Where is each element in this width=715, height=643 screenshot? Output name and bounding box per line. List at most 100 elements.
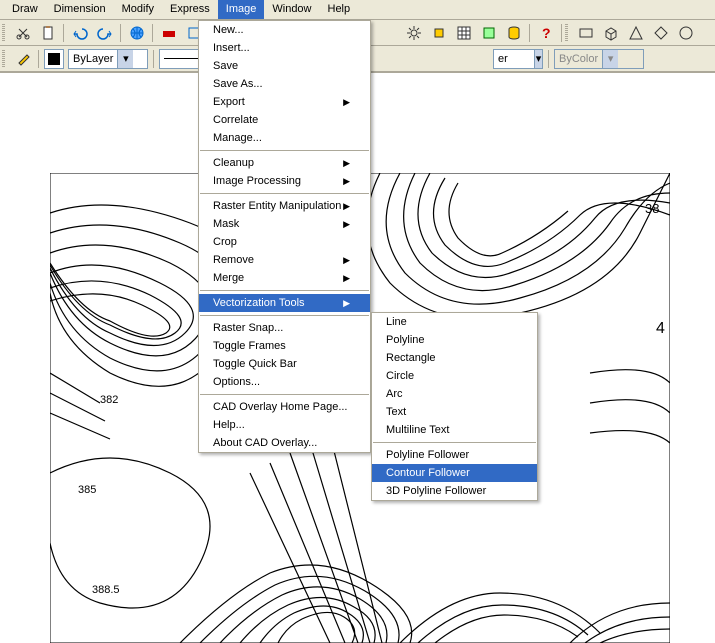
chevron-right-icon: ▶ <box>343 273 350 284</box>
menu-item-correlate[interactable]: Correlate <box>199 111 370 129</box>
toolbar-separator <box>153 50 154 68</box>
image-dropdown-menu: New... Insert... Save Save As... Export▶… <box>198 20 371 453</box>
menu-separator <box>200 315 369 316</box>
contour-label: 385 <box>78 484 96 496</box>
menu-draw[interactable]: Draw <box>4 0 46 19</box>
chevron-right-icon: ▶ <box>343 158 350 169</box>
menu-item-homepage[interactable]: CAD Overlay Home Page... <box>199 398 370 416</box>
menu-item-merge[interactable]: Merge▶ <box>199 269 370 287</box>
menu-item-cleanup[interactable]: Cleanup▶ <box>199 154 370 172</box>
menu-item-options[interactable]: Options... <box>199 373 370 391</box>
menu-help[interactable]: Help <box>320 0 359 19</box>
tool-icon[interactable] <box>427 22 450 44</box>
globe-icon[interactable] <box>125 22 148 44</box>
color-combo[interactable]: ByColor ▾ <box>554 49 644 69</box>
vectorization-submenu: Line Polyline Rectangle Circle Arc Text … <box>371 312 538 501</box>
icon-a[interactable] <box>157 22 180 44</box>
menu-item-toggle-quick-bar[interactable]: Toggle Quick Bar <box>199 355 370 373</box>
chevron-right-icon: ▶ <box>343 298 350 309</box>
submenu-item-text[interactable]: Text <box>372 403 537 421</box>
submenu-item-polyline-follower[interactable]: Polyline Follower <box>372 446 537 464</box>
submenu-item-arc[interactable]: Arc <box>372 385 537 403</box>
toolbar-grip[interactable] <box>2 20 8 45</box>
svg-text:?: ? <box>542 25 551 41</box>
tri-icon[interactable] <box>624 22 647 44</box>
menu-item-image-processing[interactable]: Image Processing▶ <box>199 172 370 190</box>
menu-express[interactable]: Express <box>162 0 218 19</box>
chevron-right-icon: ▶ <box>343 219 350 230</box>
toolbar-separator <box>38 50 39 68</box>
toolbar-separator <box>120 24 121 42</box>
menu-item-vectorization-tools[interactable]: Vectorization Tools▶ <box>199 294 370 312</box>
undo-icon[interactable] <box>68 22 91 44</box>
chevron-down-icon: ▾ <box>117 50 133 68</box>
submenu-item-contour-follower[interactable]: Contour Follower <box>372 464 537 482</box>
menu-item-raster-snap[interactable]: Raster Snap... <box>199 319 370 337</box>
menu-item-save-as[interactable]: Save As... <box>199 75 370 93</box>
toolbar-separator <box>63 24 64 42</box>
toolbar-separator <box>152 24 153 42</box>
menu-item-mask[interactable]: Mask▶ <box>199 215 370 233</box>
menu-item-new[interactable]: New... <box>199 21 370 39</box>
menu-separator <box>200 193 369 194</box>
menu-separator <box>200 290 369 291</box>
menu-window[interactable]: Window <box>264 0 319 19</box>
menu-item-remove[interactable]: Remove▶ <box>199 251 370 269</box>
submenu-item-polyline[interactable]: Polyline <box>372 331 537 349</box>
contour-label: 382 <box>100 394 118 406</box>
layer-combo-value: ByLayer <box>69 53 117 65</box>
layer-color-swatch[interactable] <box>44 49 64 69</box>
paint-icon[interactable] <box>11 48 34 70</box>
chevron-down-icon: ▾ <box>534 50 542 68</box>
menu-item-manage[interactable]: Manage... <box>199 129 370 147</box>
table-icon[interactable] <box>452 22 475 44</box>
submenu-item-circle[interactable]: Circle <box>372 367 537 385</box>
toolbar-separator <box>548 50 549 68</box>
er-combo-value: er <box>494 53 534 65</box>
menu-image[interactable]: Image <box>218 0 265 19</box>
chevron-right-icon: ▶ <box>343 176 350 187</box>
er-combo[interactable]: er ▾ <box>493 49 543 69</box>
diamond-icon[interactable] <box>649 22 672 44</box>
toolbar-grip[interactable] <box>565 20 571 45</box>
submenu-item-3d-polyline-follower[interactable]: 3D Polyline Follower <box>372 482 537 500</box>
chevron-right-icon: ▶ <box>343 255 350 266</box>
box-icon[interactable] <box>599 22 622 44</box>
layer-combo[interactable]: ByLayer ▾ <box>68 49 148 69</box>
submenu-item-line[interactable]: Line <box>372 313 537 331</box>
menu-modify[interactable]: Modify <box>114 0 162 19</box>
toolbar-separator <box>529 24 530 42</box>
shape-icon[interactable] <box>574 22 597 44</box>
contour-label: 38 <box>645 201 659 216</box>
gear-icon[interactable] <box>402 22 425 44</box>
menu-item-toggle-frames[interactable]: Toggle Frames <box>199 337 370 355</box>
menu-item-export[interactable]: Export▶ <box>199 93 370 111</box>
contour-label: 388.5 <box>92 584 120 596</box>
menu-item-save[interactable]: Save <box>199 57 370 75</box>
tool2-icon[interactable] <box>477 22 500 44</box>
menu-dimension[interactable]: Dimension <box>46 0 114 19</box>
contour-label: 4 <box>656 320 665 337</box>
menu-item-crop[interactable]: Crop <box>199 233 370 251</box>
chevron-right-icon: ▶ <box>343 201 350 212</box>
help-icon[interactable]: ? <box>534 22 557 44</box>
menu-separator <box>200 150 369 151</box>
chevron-right-icon: ▶ <box>343 97 350 108</box>
menubar: Draw Dimension Modify Express Image Wind… <box>0 0 715 20</box>
menu-item-raster-entity[interactable]: Raster Entity Manipulation▶ <box>199 197 370 215</box>
toolbar-separator <box>561 24 562 42</box>
menu-separator <box>373 442 536 443</box>
menu-separator <box>200 394 369 395</box>
redo-icon[interactable] <box>93 22 116 44</box>
scissors-icon[interactable] <box>11 22 34 44</box>
menu-item-insert[interactable]: Insert... <box>199 39 370 57</box>
submenu-item-rectangle[interactable]: Rectangle <box>372 349 537 367</box>
color-combo-value: ByColor <box>555 53 602 65</box>
toolbar-grip[interactable] <box>2 46 8 71</box>
db-icon[interactable] <box>502 22 525 44</box>
clipboard-icon[interactable] <box>36 22 59 44</box>
circle-icon[interactable] <box>674 22 697 44</box>
menu-item-about[interactable]: About CAD Overlay... <box>199 434 370 452</box>
menu-item-help[interactable]: Help... <box>199 416 370 434</box>
submenu-item-multiline-text[interactable]: Multiline Text <box>372 421 537 439</box>
